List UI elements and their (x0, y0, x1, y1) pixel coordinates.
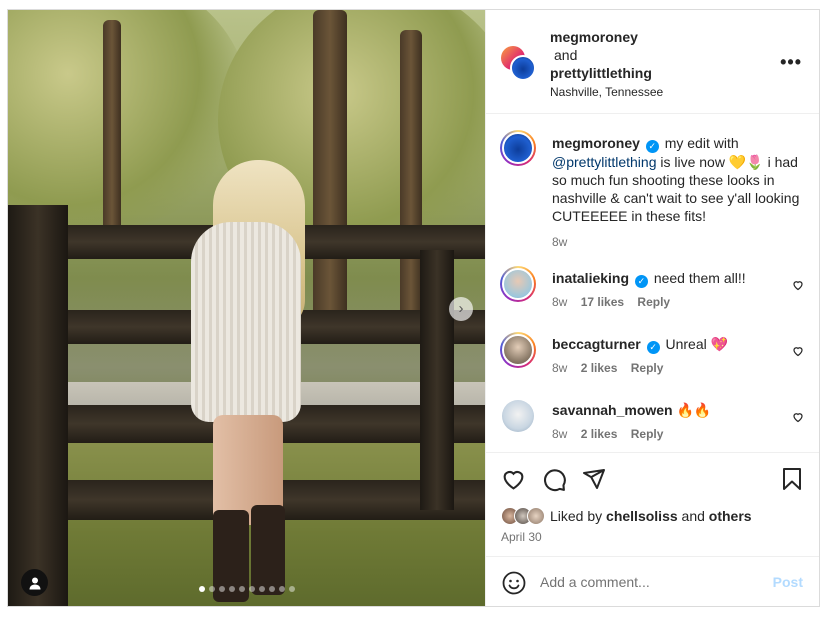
liked-by-user[interactable]: chellsoliss (606, 508, 678, 524)
reply-button[interactable]: Reply (637, 295, 670, 309)
comment-item: beccagturner ✓ Unreal 💖 8w 2 likes Reply (500, 332, 810, 384)
post-modal: › megmoroney and prettylittlething Nashv… (7, 9, 820, 607)
heart-icon[interactable] (792, 345, 804, 357)
carousel-indicator (8, 586, 485, 592)
carousel-dot (238, 586, 245, 592)
comment-username[interactable]: savannah_mowen (552, 402, 673, 418)
avatar (510, 55, 536, 81)
comment-time[interactable]: 8w (552, 361, 567, 375)
avatar (502, 334, 534, 366)
add-comment-input[interactable] (540, 571, 760, 593)
carousel-dot (258, 586, 265, 592)
comment-body: beccagturner ✓ Unreal 💖 (552, 335, 782, 354)
comment-body: savannah_mowen 🔥🔥 (552, 401, 782, 419)
caption-text: megmoroney ✓ my edit with @prettylittlet… (552, 134, 807, 251)
location-link[interactable]: Nashville, Tennessee (550, 83, 663, 101)
comment-item: inatalieking ✓ need them all!! 8w 17 lik… (500, 266, 810, 318)
save-bookmark-icon[interactable] (781, 467, 803, 491)
verified-icon: ✓ (634, 275, 648, 288)
collab-avatars[interactable] (501, 46, 537, 82)
liker-avatar (527, 507, 545, 525)
comment-meta: 8w 17 likes Reply (552, 295, 680, 309)
caption-time[interactable]: 8w (552, 233, 807, 251)
and-label: and (554, 47, 578, 63)
comment-item: savannah_mowen 🔥🔥 8w 2 likes Reply (500, 398, 810, 450)
comment-avatar[interactable] (500, 266, 536, 302)
post-date[interactable]: April 30 (501, 530, 542, 544)
comment-text: Unreal 💖 (665, 336, 729, 352)
avatar (502, 132, 534, 164)
model-dress (191, 222, 301, 422)
comment-username[interactable]: inatalieking (552, 270, 629, 286)
author-username[interactable]: megmoroney (550, 28, 663, 46)
like-heart-icon[interactable] (501, 467, 526, 492)
tree-canopy (8, 10, 248, 230)
post-photo[interactable]: › (8, 10, 485, 606)
carousel-dot (208, 586, 215, 592)
comment-text: 🔥🔥 (676, 402, 712, 418)
reply-button[interactable]: Reply (631, 427, 664, 441)
verified-icon: ✓ (645, 140, 659, 153)
comment-time[interactable]: 8w (552, 295, 567, 309)
avatar (502, 268, 534, 300)
comment-meta: 8w 2 likes Reply (552, 427, 673, 441)
emoji-icon[interactable] (502, 571, 526, 595)
liked-by-and: and (681, 508, 705, 524)
comment-username[interactable]: beccagturner (552, 336, 641, 352)
post-side-panel: megmoroney and prettylittlething Nashvil… (485, 10, 819, 606)
tree-trunk (400, 30, 422, 330)
carousel-dot (228, 586, 235, 592)
comment-likes[interactable]: 2 likes (581, 427, 618, 441)
reply-button[interactable]: Reply (631, 361, 664, 375)
fence-post (8, 205, 68, 606)
share-icon[interactable] (582, 467, 606, 491)
post-header: megmoroney and prettylittlething Nashvil… (486, 10, 819, 114)
liked-by-others[interactable]: others (709, 508, 752, 524)
likes-summary: Liked by chellsoliss and others (501, 507, 752, 525)
caption-avatar[interactable] (500, 130, 536, 166)
verified-icon: ✓ (646, 341, 660, 354)
caption-username[interactable]: megmoroney (552, 135, 640, 151)
tree-trunk (313, 10, 347, 340)
carousel-dot (278, 586, 285, 592)
liked-by-text: Liked by chellsoliss and others (550, 508, 752, 524)
next-slide-button[interactable]: › (449, 297, 473, 321)
tree-trunk (103, 20, 121, 240)
post-comment-button[interactable]: Post (773, 574, 803, 590)
heart-icon[interactable] (792, 279, 804, 291)
post-actions: Liked by chellsoliss and others April 30 (486, 452, 819, 556)
heart-icon[interactable] (792, 411, 804, 423)
caption-text-part1: my edit with (664, 135, 739, 151)
more-options-button[interactable]: ••• (780, 52, 802, 73)
carousel-dot (268, 586, 275, 592)
carousel-dot (198, 586, 205, 592)
comment-time[interactable]: 8w (552, 427, 567, 441)
comment-avatar[interactable] (500, 332, 536, 368)
comment-text: need them all!! (653, 270, 746, 286)
more-horizontal-icon: ••• (780, 52, 802, 72)
post-authors: megmoroney and prettylittlething Nashvil… (550, 28, 663, 101)
carousel-dot (248, 586, 255, 592)
comment-icon[interactable] (542, 467, 567, 492)
add-comment-bar: Post (486, 556, 819, 606)
liked-by-prefix: Liked by (550, 508, 603, 524)
comment-likes[interactable]: 17 likes (581, 295, 624, 309)
model-boot (251, 505, 285, 595)
fence-post (420, 250, 454, 510)
comment-meta: 8w 2 likes Reply (552, 361, 673, 375)
carousel-dot (288, 586, 295, 592)
caption-mention[interactable]: @prettylittlething (552, 154, 656, 170)
comment-avatar[interactable] (502, 400, 534, 432)
collaborator-username[interactable]: prettylittlething (550, 64, 663, 82)
carousel-dot (218, 586, 225, 592)
comment-likes[interactable]: 2 likes (581, 361, 618, 375)
comment-body: inatalieking ✓ need them all!! (552, 269, 782, 288)
